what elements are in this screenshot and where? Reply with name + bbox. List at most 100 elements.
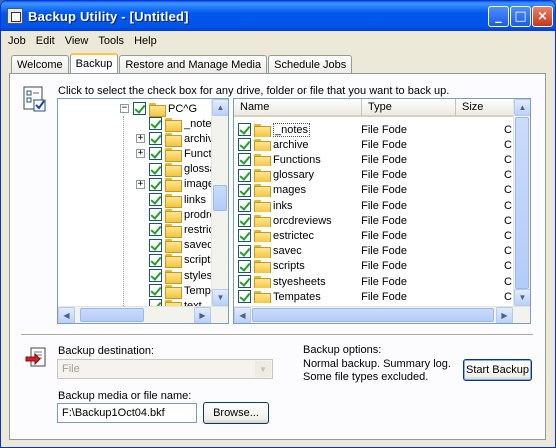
menu-help[interactable]: Help (129, 35, 162, 47)
list-vertical-scrollbar[interactable]: ▲ ▼ (513, 99, 530, 306)
tree-checkbox[interactable] (149, 147, 162, 161)
list-item[interactable]: mages File Fode C (234, 183, 514, 198)
tab-backup[interactable]: Backup (69, 53, 119, 73)
tree-item[interactable]: + images (136, 177, 219, 193)
scroll-up-icon[interactable]: ▲ (514, 99, 530, 116)
folder-tree[interactable]: − PC^G _notes + archive + Functi glossary + ima… (57, 98, 229, 324)
tree-item-root[interactable]: − PC^G (120, 101, 197, 117)
scroll-down-icon[interactable]: ▼ (514, 289, 530, 306)
menu-view[interactable]: View (60, 35, 94, 47)
file-checkbox[interactable] (238, 244, 251, 258)
file-size: C (504, 290, 512, 303)
tree-checkbox[interactable] (133, 102, 146, 115)
file-type: File Fode (361, 229, 407, 242)
chevron-down-icon[interactable]: ▼ (255, 361, 271, 377)
tree-item[interactable]: styles (136, 268, 212, 284)
scroll-thumb[interactable] (252, 308, 494, 322)
list-horizontal-scrollbar[interactable]: ◀ ▶ (234, 306, 530, 323)
expand-icon[interactable]: + (136, 149, 145, 159)
tree-checkbox[interactable] (149, 208, 162, 222)
expand-icon[interactable]: + (136, 179, 145, 189)
file-checkbox[interactable] (238, 275, 251, 288)
file-list[interactable]: Name Type Size _notes File Fode Carchive Fi… (233, 98, 531, 324)
tab-schedule-jobs[interactable]: Schedule Jobs (268, 55, 353, 73)
file-checkbox[interactable] (238, 199, 251, 212)
tree-checkbox[interactable] (149, 223, 162, 237)
file-checkbox[interactable] (238, 123, 251, 136)
tree-item[interactable]: prodre (136, 207, 216, 223)
tab-restore-manage-media[interactable]: Restore and Manage Media (119, 55, 268, 73)
list-item[interactable]: archive File Fode C (234, 137, 514, 152)
backup-media-filename-input[interactable]: F:\Backup1Oct04.bkf (57, 403, 197, 423)
file-checkbox[interactable] (238, 229, 251, 243)
browse-button[interactable]: Browse... (203, 402, 269, 424)
tree-checkbox[interactable] (149, 193, 162, 206)
file-type: File Fode (361, 290, 407, 303)
tree-item[interactable]: + archive (136, 131, 219, 147)
scroll-up-icon[interactable]: ▲ (212, 99, 228, 116)
maximize-button[interactable]: □ (510, 6, 531, 27)
collapse-icon[interactable]: − (120, 104, 129, 113)
scroll-right-icon[interactable]: ▶ (496, 307, 513, 323)
tree-item[interactable]: restric (136, 222, 214, 238)
tree-checkbox[interactable] (149, 284, 162, 298)
file-checkbox[interactable] (238, 214, 251, 228)
tree-checkbox[interactable] (149, 117, 162, 130)
tree-vertical-scrollbar[interactable]: ▲ ▼ (211, 99, 228, 306)
column-header-type[interactable]: Type (362, 99, 456, 117)
scroll-right-icon[interactable]: ▶ (194, 307, 211, 323)
tree-checkbox[interactable] (149, 162, 162, 176)
tree-item[interactable]: + Functi (136, 146, 214, 162)
file-checkbox[interactable] (238, 153, 251, 167)
folder-icon (165, 223, 182, 238)
column-header-name[interactable]: Name (234, 99, 362, 117)
tree-checkbox[interactable] (149, 269, 162, 282)
menu-job[interactable]: Job (3, 35, 31, 47)
file-checkbox[interactable] (238, 290, 251, 304)
file-type: File Fode (361, 260, 407, 273)
list-item[interactable]: estrictec File Fode C (234, 228, 514, 243)
tree-item[interactable]: _notes (136, 116, 217, 132)
list-item[interactable]: styesheets File Fode C (234, 274, 514, 289)
file-checkbox[interactable] (238, 259, 251, 273)
tree-item[interactable]: Temp (136, 283, 211, 299)
scroll-thumb[interactable] (213, 185, 227, 211)
tree-item[interactable]: links (136, 192, 206, 208)
scroll-left-icon[interactable]: ◀ (58, 307, 75, 323)
tab-welcome[interactable]: Welcome (11, 55, 69, 73)
tree-checkbox[interactable] (149, 177, 162, 191)
tree-item[interactable]: saved (136, 238, 214, 254)
scroll-thumb[interactable] (80, 308, 144, 322)
tree-item[interactable]: scripts (136, 253, 216, 269)
list-item[interactable]: Tempates File Fode C (234, 289, 514, 304)
file-checkbox[interactable] (238, 183, 251, 197)
file-checkbox[interactable] (238, 138, 251, 152)
start-backup-button[interactable]: Start Backup (463, 359, 532, 381)
menu-edit[interactable]: Edit (31, 35, 60, 47)
backup-destination-select[interactable]: File ▼ (57, 359, 273, 379)
list-item[interactable]: scripts File Fode C (234, 259, 514, 274)
list-item[interactable]: glossary File Fode C (234, 168, 514, 183)
list-item[interactable]: orcdreviews File Fode C (234, 213, 514, 228)
scroll-down-icon[interactable]: ▼ (212, 289, 228, 306)
list-item[interactable]: Functions File Fode C (234, 152, 514, 167)
tree-item-label: saved (184, 239, 214, 252)
expand-icon[interactable]: + (136, 134, 145, 144)
scroll-left-icon[interactable]: ◀ (234, 307, 251, 323)
column-header-size[interactable]: Size (456, 99, 514, 117)
menu-tools[interactable]: Tools (93, 35, 129, 47)
scroll-thumb[interactable] (515, 117, 529, 289)
list-item[interactable]: inks File Fode C (234, 198, 514, 213)
list-item[interactable]: _notes File Fode C (234, 122, 514, 137)
tree-checkbox[interactable] (149, 253, 162, 267)
name-cell: mages (234, 183, 361, 197)
close-button[interactable]: × (532, 6, 553, 27)
tree-checkbox[interactable] (149, 132, 162, 146)
list-item[interactable]: savec File Fode C (234, 244, 514, 259)
tree-checkbox[interactable] (149, 238, 162, 252)
minimize-button[interactable]: _ (488, 6, 509, 27)
tree-horizontal-scrollbar[interactable]: ◀ ▶ (58, 306, 228, 323)
folder-icon (254, 184, 271, 197)
file-checkbox[interactable] (238, 168, 251, 182)
title-bar[interactable]: Backup Utility - [Untitled] _ □ × (1, 1, 555, 31)
